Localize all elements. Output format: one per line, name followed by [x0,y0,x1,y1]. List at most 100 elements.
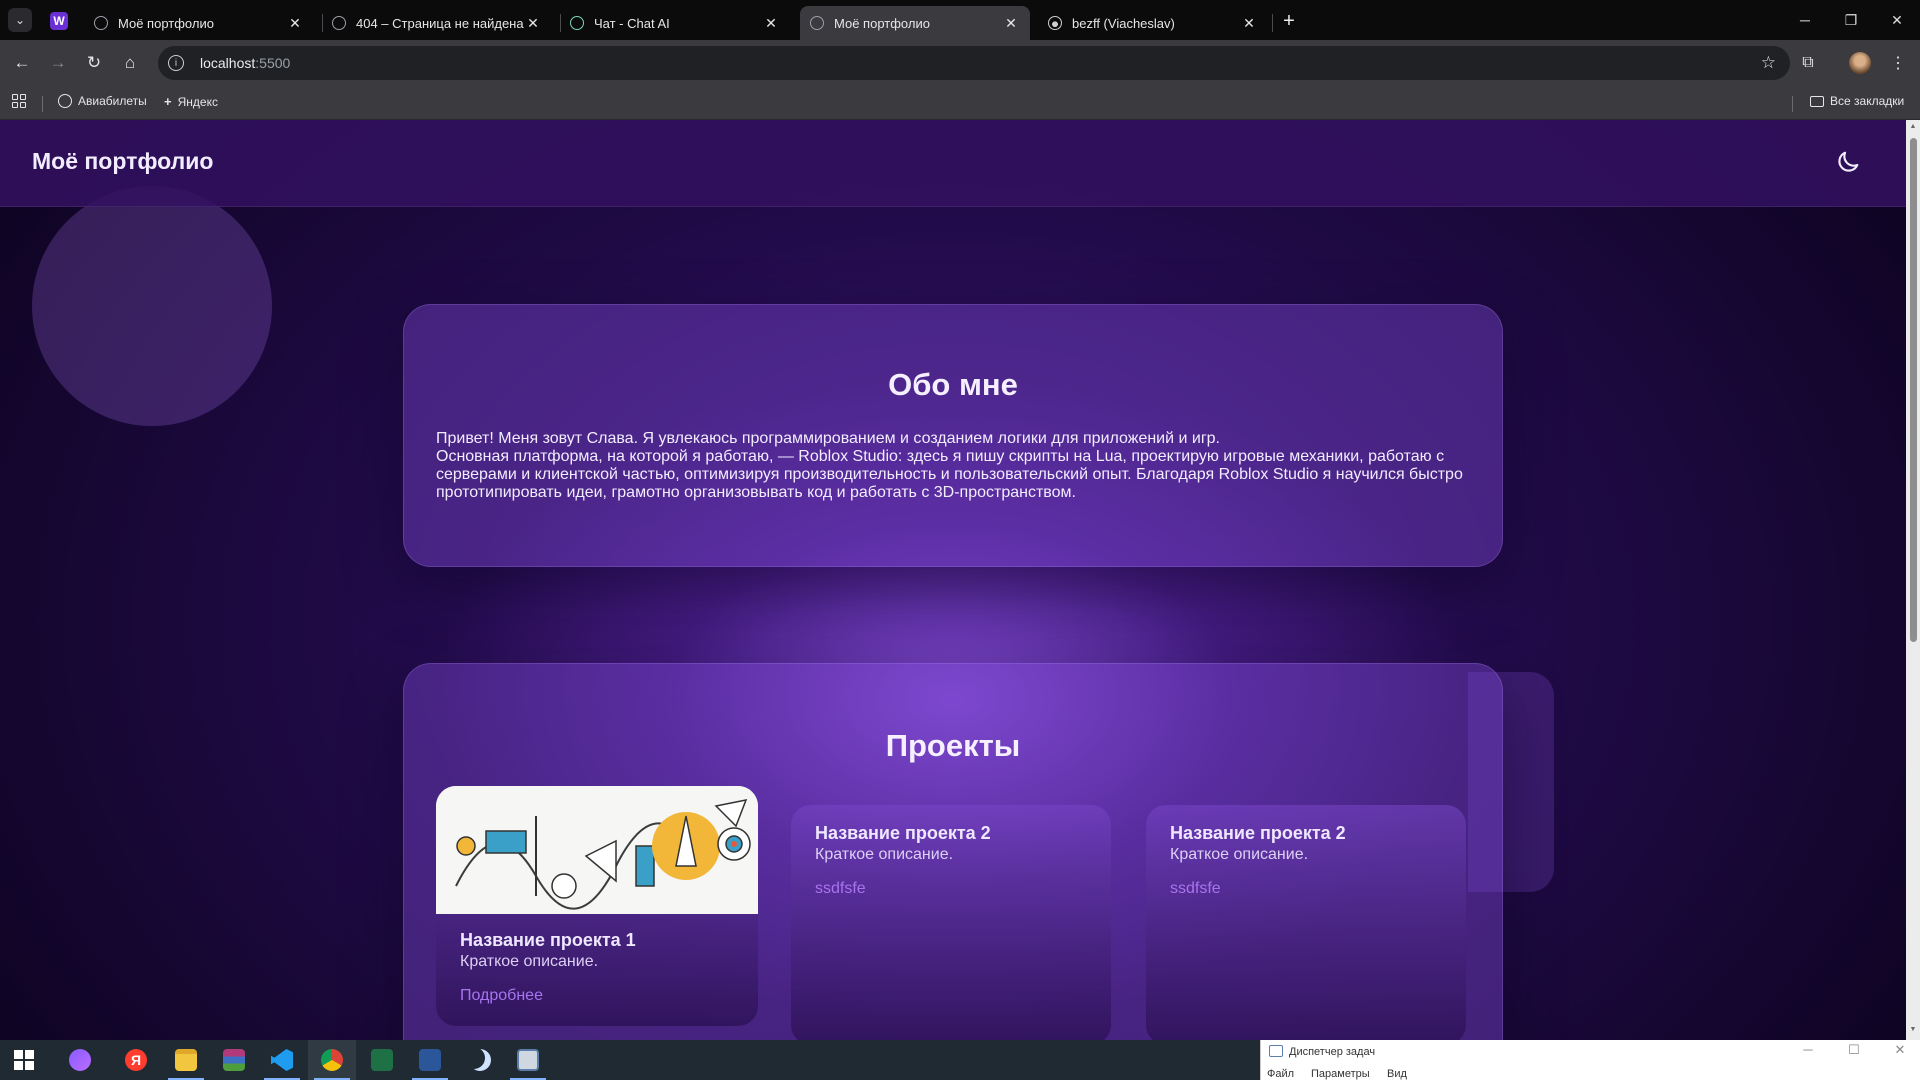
site-info-icon[interactable]: i [168,55,184,71]
task-manager-icon [1269,1045,1283,1057]
extensions-icon[interactable]: ⧉ [1794,49,1822,77]
project-card-2[interactable]: Название проекта 2 Краткое описание. ssd… [791,805,1111,1040]
decorative-circle [32,186,272,426]
folder-icon [1810,95,1824,107]
tab-strip: ⌄ W Моё портфолио ✕ 404 – Страница не на… [0,0,1920,40]
bookmark-separator [42,96,43,112]
tab-404[interactable]: 404 – Страница не найдена ✕ [322,6,552,40]
bookmark-star-icon[interactable]: ☆ [1761,53,1776,73]
tab-title: 404 – Страница не найдена [356,15,524,31]
start-button[interactable] [0,1040,48,1080]
projects-heading: Проекты [885,728,1021,763]
project-link[interactable]: ssdfsfe [815,880,866,898]
tab-portfolio-active[interactable]: Моё портфолио ✕ [800,6,1030,40]
tm-close-button[interactable]: ✕ [1885,1042,1915,1062]
close-tab-icon[interactable]: ✕ [1240,14,1258,32]
tm-menu-options[interactable]: Параметры [1311,1068,1370,1080]
about-line-1: Привет! Меня зовут Слава. Я увлекаюсь пр… [436,430,1220,447]
globe-icon [332,16,346,30]
page-viewport: Моё портфолио Обо мне Привет! Меня зовут… [0,120,1906,1040]
close-tab-icon[interactable]: ✕ [286,14,304,32]
minimize-button[interactable]: ─ [1782,0,1828,40]
bookmark-aviabilety[interactable]: Авиабилеты [58,94,147,108]
task-manager-title: Диспетчер задач [1289,1046,1376,1058]
taskbar-app-moon[interactable] [456,1040,504,1080]
project-description: Краткое описание. [815,846,954,863]
pinned-tab[interactable]: W [44,8,74,34]
page-scrollbar[interactable]: ▲ ▼ [1906,120,1920,1040]
scroll-up-icon[interactable]: ▲ [1909,123,1917,130]
close-tab-icon[interactable]: ✕ [524,14,542,32]
task-manager-icon [517,1049,539,1071]
tm-menu-file[interactable]: Файл [1267,1068,1294,1080]
task-manager-window: Диспетчер задач ─ ☐ ✕ Файл Параметры Вид [1260,1040,1920,1080]
taskbar-winrar[interactable] [210,1040,258,1080]
project-title: Название проекта 2 [1170,823,1346,843]
bookmark-label: Авиабилеты [78,94,147,108]
taskbar-word[interactable] [406,1040,454,1080]
tab-search-button[interactable]: ⌄ [8,8,32,32]
tab-title: bezff (Viacheslav) [1072,15,1175,31]
scroll-down-icon[interactable]: ▼ [1909,1026,1917,1033]
forward-button[interactable]: → [44,49,72,77]
apps-button[interactable] [12,94,26,108]
globe-icon [94,16,108,30]
bookmark-label: Яндекс [177,94,218,109]
tab-title: Моё портфолио [118,15,214,31]
site-title[interactable]: Моё портфолио [32,148,213,175]
taskbar-excel[interactable] [358,1040,406,1080]
project-card-3[interactable]: Название проекта 2 Краткое описание. ssd… [1146,805,1466,1040]
all-bookmarks-label: Все закладки [1830,94,1905,108]
project-card-1[interactable]: Название проекта 1 Краткое описание. Под… [436,786,758,1026]
avatar [1849,52,1871,74]
tm-minimize-button[interactable]: ─ [1793,1042,1823,1062]
theme-toggle-button[interactable] [1832,146,1864,178]
vscode-icon [271,1049,293,1071]
menu-kebab-icon[interactable]: ⋮ [1884,49,1912,77]
bookmark-separator [1792,96,1793,112]
browser-toolbar: ← → ↻ ⌂ i localhost:5500 ☆ ⧉ ⋮ [0,40,1920,86]
address-url[interactable]: localhost:5500 [200,55,290,71]
scrollbar-thumb[interactable] [1910,138,1917,642]
yandex-icon: Я [125,1049,147,1071]
tm-maximize-button[interactable]: ☐ [1839,1042,1869,1062]
taskbar-alice[interactable] [56,1040,104,1080]
restore-button[interactable]: ❐ [1828,0,1874,40]
close-tab-icon[interactable]: ✕ [762,14,780,32]
folder-icon [175,1049,197,1071]
windows-logo-icon [14,1050,34,1070]
bookmarks-bar: Авиабилеты + Яндекс Все закладки [0,86,1920,120]
url-port: :5500 [255,55,291,71]
taskbar-vscode[interactable] [258,1040,306,1080]
profile-button[interactable] [1846,49,1874,77]
all-bookmarks-button[interactable]: Все закладки [1810,94,1904,108]
tab-portfolio-1[interactable]: Моё портфолио ✕ [84,6,314,40]
excel-icon [371,1049,393,1071]
tab-github[interactable]: bezff (Viacheslav) ✕ [1038,6,1268,40]
about-line-2: Основная платформа, на которой я работаю… [436,448,1463,501]
tab-title: Чат - Chat AI [594,15,670,31]
about-section: Обо мне Привет! Меня зовут Слава. Я увле… [403,304,1503,567]
home-button[interactable]: ⌂ [116,49,144,77]
project-illustration [436,786,758,914]
tm-menu-view[interactable]: Вид [1387,1068,1407,1080]
close-window-button[interactable]: ✕ [1874,0,1920,40]
project-link[interactable]: Подробнее [460,987,543,1005]
taskbar-task-manager[interactable] [504,1040,552,1080]
taskbar-explorer[interactable] [162,1040,210,1080]
alice-icon [69,1049,91,1071]
address-bar[interactable]: i localhost:5500 ☆ [158,46,1790,80]
close-tab-icon[interactable]: ✕ [1002,14,1020,32]
tab-chat-ai[interactable]: Чат - Chat AI ✕ [560,6,790,40]
reload-button[interactable]: ↻ [80,49,108,77]
project-title: Название проекта 2 [815,823,991,843]
taskbar-chrome[interactable] [308,1040,356,1080]
github-icon [1048,16,1062,30]
taskbar-yandex-browser[interactable]: Я [112,1040,160,1080]
apps-grid-icon [12,94,26,108]
chrome-icon [321,1049,343,1071]
bookmark-yandex[interactable]: + Яндекс [164,94,218,109]
new-tab-button[interactable]: + [1276,8,1302,34]
project-link[interactable]: ssdfsfe [1170,880,1221,898]
back-button[interactable]: ← [8,49,36,77]
